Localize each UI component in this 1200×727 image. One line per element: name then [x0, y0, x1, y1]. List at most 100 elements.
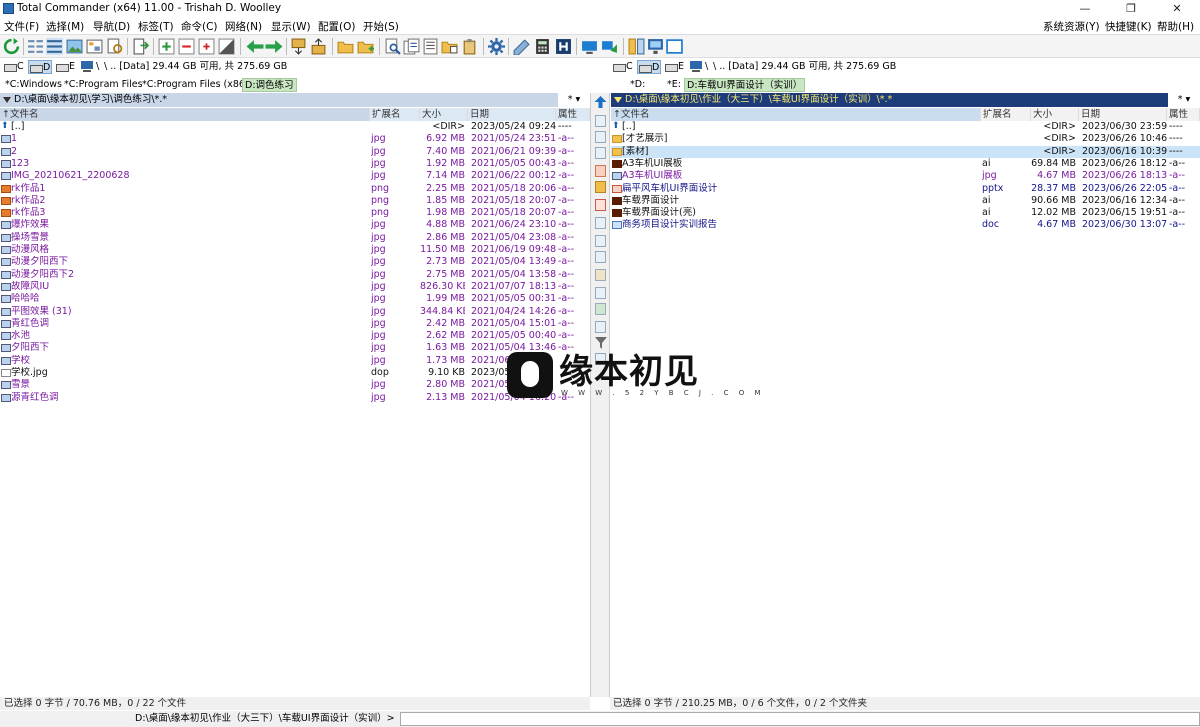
refresh-icon[interactable] — [3, 38, 20, 55]
new-folder-button[interactable] — [595, 181, 606, 193]
file-row[interactable]: 动漫夕阳西下 jpg 2.73 MB 2021/05/04 13:49 -a-- — [0, 256, 590, 268]
copy-file-button[interactable] — [595, 147, 606, 159]
notepad-icon[interactable] — [513, 38, 530, 55]
file-row[interactable]: 学校.jpg dop 9.10 KB 2023/05 — [0, 367, 590, 379]
drive-e-button[interactable]: E — [55, 60, 77, 74]
file-row[interactable]: 学校 jpg 1.73 MB 2021/06 — [0, 355, 590, 367]
right-root-button[interactable]: \ — [705, 60, 708, 74]
network-icon[interactable] — [80, 60, 94, 74]
tab-c-windows[interactable]: *C:Windows — [3, 78, 64, 92]
file-row[interactable]: 动漫风格 jpg 11.50 MB 2021/06/19 09:48 -a-- — [0, 244, 590, 256]
file-row[interactable]: 操场雪景 jpg 2.86 MB 2021/05/04 23:08 -a-- — [0, 232, 590, 244]
quick-view-icon[interactable] — [106, 38, 123, 55]
menu-file[interactable]: 文件(F) — [4, 19, 39, 34]
file-row[interactable]: rk作品1 png 2.25 MB 2021/05/18 20:06 -a-- — [0, 183, 590, 195]
drive-c-button[interactable]: C — [3, 60, 25, 74]
tree-button[interactable] — [595, 321, 606, 333]
maximize-button[interactable]: ❐ — [1108, 0, 1154, 18]
file-row[interactable]: A3车机UI展板 ai 69.84 MB 2023/06/26 18:12 -a-- — [611, 158, 1200, 170]
select-all-icon[interactable] — [198, 38, 215, 55]
hex-editor-icon[interactable] — [555, 38, 572, 55]
right-filter-dropdown[interactable]: * ▾ — [1168, 93, 1200, 107]
col-size[interactable]: 大小 — [420, 108, 468, 121]
compare-dirs-icon[interactable] — [628, 38, 645, 55]
menu-system-resources[interactable]: 系统资源(Y) — [1043, 19, 1100, 34]
file-row[interactable]: 源青红色调jpg2.13 MB2021/05/04 16:20-a-- — [0, 392, 590, 404]
clipboard-icon[interactable] — [461, 38, 478, 55]
tab-d-color-practice[interactable]: D:调色练习 — [242, 78, 297, 92]
file-row[interactable]: 平图效果 (31) jpg 344.84 KB 2021/04/24 14:26 -a-… — [0, 306, 590, 318]
calculator-icon[interactable] — [534, 38, 551, 55]
filter-icon[interactable] — [595, 337, 607, 349]
file-row[interactable]: rk作品3 png 1.98 MB 2021/05/18 20:07 -a-- — [0, 207, 590, 219]
menu-help[interactable]: 帮助(H) — [1157, 19, 1194, 34]
menu-hotkeys[interactable]: 快捷键(K) — [1105, 19, 1152, 34]
file-row[interactable]: 哈哈哈 jpg 1.99 MB 2021/05/05 00:31 -a-- — [0, 293, 590, 305]
drive-c-button[interactable]: C — [612, 60, 634, 74]
settings-gear-icon[interactable] — [488, 38, 505, 55]
back-icon[interactable] — [245, 38, 265, 55]
new-folder-icon[interactable] — [337, 38, 354, 55]
invert-selection-icon[interactable] — [218, 38, 235, 55]
drive-d-button[interactable]: D — [637, 60, 661, 74]
file-row[interactable]: [素材] <DIR> 2023/06/16 10:39 ---- — [611, 145, 1200, 158]
move-file-button[interactable] — [595, 165, 606, 177]
network-drive-icon[interactable] — [647, 38, 664, 55]
rename-button[interactable] — [595, 217, 606, 229]
pack-files-icon[interactable] — [290, 38, 307, 55]
menu-navigate[interactable]: 导航(D) — [93, 19, 130, 34]
file-row[interactable]: 1 jpg 6.92 MB 2021/05/24 23:51 -a-- — [0, 133, 590, 145]
file-row[interactable]: 车载界面设计 ai 90.66 MB 2023/06/16 12:34 -a-- — [611, 195, 1200, 207]
compare-icon[interactable] — [422, 38, 439, 55]
menu-tabs[interactable]: 标签(T) — [138, 19, 174, 34]
menu-config[interactable]: 配置(O) — [318, 19, 355, 34]
delete-button[interactable] — [595, 199, 606, 211]
menu-network[interactable]: 网络(N) — [225, 19, 262, 34]
minimize-button[interactable]: — — [1062, 0, 1108, 18]
attributes-button[interactable] — [595, 235, 606, 247]
col-name[interactable]: ↑文件名 — [0, 108, 370, 121]
network-icon[interactable] — [689, 60, 703, 74]
unpack-files-icon[interactable] — [310, 38, 327, 55]
file-row[interactable]: 商务项目设计实训报告 doc 4.67 MB 2023/06/30 13:07 -a-- — [611, 219, 1200, 231]
file-row[interactable]: rk作品2 png 1.85 MB 2021/05/18 20:07 -a-- — [0, 195, 590, 207]
edit-file-button[interactable] — [595, 131, 606, 143]
file-row[interactable]: 青红色调 jpg 2.42 MB 2021/05/04 15:01 -a-- — [0, 318, 590, 330]
file-row[interactable]: IMG_20210621_2200628 jpg 7.14 MB 2021/06/22… — [0, 170, 590, 182]
file-row[interactable]: 扁平风车机UI界面设计 pptx 28.37 MB 2023/06/26 22:05-… — [611, 183, 1200, 195]
window-frame-icon[interactable] — [666, 38, 683, 55]
col-date[interactable]: 日期 — [468, 108, 556, 121]
full-view-icon[interactable] — [46, 38, 63, 55]
multi-rename-icon[interactable] — [403, 38, 420, 55]
left-path-bar[interactable]: D:\桌面\缘本初见\学习\调色练习\*.* — [0, 93, 558, 107]
menu-view[interactable]: 显示(W) — [271, 19, 311, 34]
tab-c-program-files[interactable]: *C:Program Files — [62, 78, 145, 92]
tab-d[interactable]: *D: — [614, 78, 647, 92]
drive-e-button[interactable]: E — [664, 60, 686, 74]
col-name[interactable]: ↑文件名 — [611, 108, 981, 121]
file-row[interactable]: 动漫夕阳西下2 jpg 2.75 MB 2021/05/04 13:58 -a-- — [0, 269, 590, 281]
col-ext[interactable]: 扩展名 — [981, 108, 1031, 121]
file-row[interactable]: 123 jpg 1.92 MB 2021/05/05 00:43 -a-- — [0, 158, 590, 170]
menu-commands[interactable]: 命令(C) — [181, 19, 218, 34]
right-path-bar[interactable]: D:\桌面\缘本初见\作业（大三下）\车载UI界面设计（实训）\*.* — [611, 93, 1168, 107]
file-row[interactable]: A3车机UI展板 jpg 4.67 MB 2023/06/26 18:13 -a-- — [611, 170, 1200, 182]
brief-view-icon[interactable] — [27, 38, 44, 55]
drive-d-button[interactable]: D — [28, 60, 52, 74]
new-folder-tab-icon[interactable] — [357, 38, 374, 55]
list-button[interactable] — [595, 287, 606, 299]
col-attr[interactable]: 属性 — [1167, 108, 1200, 121]
col-attr[interactable]: 属性 — [556, 108, 590, 121]
col-date[interactable]: 日期 — [1079, 108, 1167, 121]
menu-select[interactable]: 选择(M) — [46, 19, 84, 34]
tab-d-car-ui[interactable]: D:车载UI界面设计（实训） — [684, 78, 806, 92]
left-filter-dropdown[interactable]: * ▾ — [558, 93, 590, 107]
file-row[interactable]: ⬆ [..] <DIR> 2023/06/30 23:59 ---- — [611, 121, 1200, 133]
copy-names-icon[interactable] — [441, 38, 458, 55]
left-root-button[interactable]: \ — [96, 60, 99, 74]
tree-view-icon[interactable] — [86, 38, 103, 55]
pack-button[interactable] — [595, 269, 606, 281]
select-plus-icon[interactable] — [158, 38, 175, 55]
col-ext[interactable]: 扩展名 — [370, 108, 420, 121]
menu-start[interactable]: 开始(S) — [363, 19, 399, 34]
